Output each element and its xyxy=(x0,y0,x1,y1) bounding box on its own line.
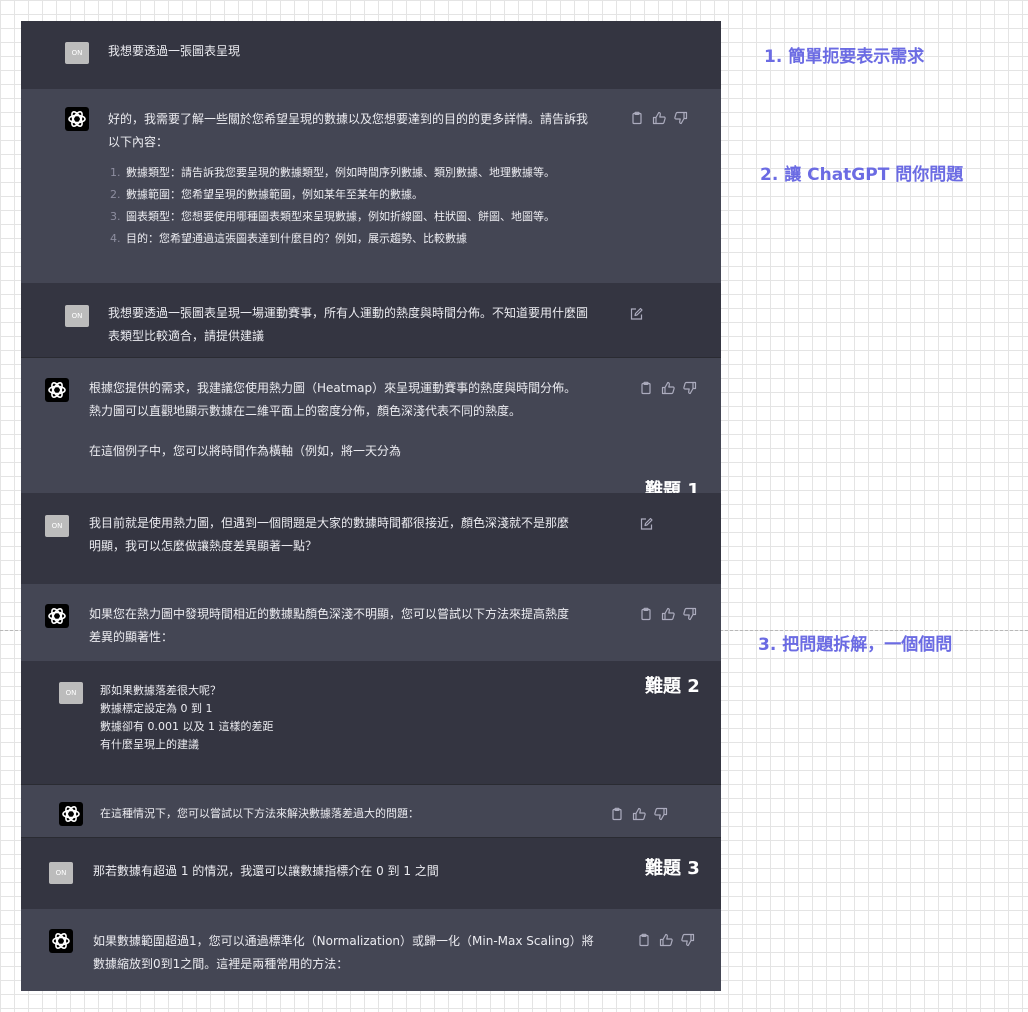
thumbs-up-icon[interactable] xyxy=(661,606,675,620)
message-text: 有什麼呈現上的建議 xyxy=(100,738,199,751)
chatgpt-logo-icon xyxy=(59,802,83,826)
message-text: 我想要透過一張圖表呈現一場運動賽事，所有人運動的熱度與時間分佈。不知道要用什麼圖 xyxy=(108,306,589,320)
message-actions xyxy=(637,932,695,946)
thumbs-up-icon[interactable] xyxy=(661,380,675,394)
message-text: 數據標定設定為 0 到 1 xyxy=(100,702,213,715)
user-message-2: ON 我想要透過一張圖表呈現一場運動賽事，所有人運動的熱度與時間分佈。不知道要用… xyxy=(21,283,721,357)
message-text: 表類型比較適合，請提供建議 xyxy=(108,329,265,343)
user-message-3: ON 我目前就是使用熱力圖，但遇到一個問題是大家的數據時間都很接近，顏色深淺就不… xyxy=(21,493,721,584)
thumbs-down-icon[interactable] xyxy=(683,380,697,394)
chatgpt-logo-icon xyxy=(45,378,69,402)
list-item: 數據類型：請告訴我您要呈現的數據類型，例如時間序列數據、類別數據、地理數據等。 xyxy=(124,162,628,184)
message-text: 那若數據有超過 1 的情況，我還可以讓數據指標介在 0 到 1 之間 xyxy=(93,864,439,878)
thumbs-up-icon[interactable] xyxy=(652,110,666,124)
message-text: 數據卻有 0.001 以及 1 這樣的差距 xyxy=(100,720,274,733)
annotation-3: 3. 把問題拆解，一個個問 xyxy=(758,635,953,655)
message-actions xyxy=(630,110,688,124)
message-body: 我目前就是使用熱力圖，但遇到一個問題是大家的數據時間都很接近，顏色深淺就不是那麼… xyxy=(89,512,629,558)
thumbs-down-icon[interactable] xyxy=(683,606,697,620)
copy-icon[interactable] xyxy=(610,806,624,820)
annotation-2: 2. 讓 ChatGPT 問你問題 xyxy=(760,165,964,185)
message-text: 以下內容： xyxy=(108,135,169,149)
copy-icon[interactable] xyxy=(637,932,651,946)
message-text: 差異的顯著性： xyxy=(89,630,174,644)
chatgpt-logo-icon xyxy=(49,929,73,953)
edit-icon[interactable] xyxy=(629,306,643,320)
message-text: 熱力圖可以直觀地顯示數據在二維平面上的密度分佈，顏色深淺代表不同的熱度。 xyxy=(89,404,522,418)
message-text: 根據您提供的需求，我建議您使用熱力圖（Heatmap）來呈現運動賽事的熱度與時間… xyxy=(89,381,577,395)
copy-icon[interactable] xyxy=(639,606,653,620)
message-text: 明顯，我可以怎麼做讓熱度差異顯著一點？ xyxy=(89,539,318,553)
message-body: 根據您提供的需求，我建議您使用熱力圖（Heatmap）來呈現運動賽事的熱度與時間… xyxy=(89,377,629,463)
list-item: 目的：您希望通過這張圖表達到什麼目的？例如，展示趨勢、比較數據 xyxy=(124,228,628,250)
message-actions xyxy=(610,806,668,820)
message-text: 我想要透過一張圖表呈現 xyxy=(108,44,241,58)
chat-window: ON 我想要透過一張圖表呈現 好的，我需要了解一些關於您希望呈現的數據以及您想要… xyxy=(21,21,721,991)
assistant-message-4: 在這種情況下，您可以嘗試以下方法來解決數據落差過大的問題： xyxy=(21,784,721,838)
user-message-5: ON 那若數據有超過 1 的情況，我還可以讓數據指標介在 0 到 1 之間 難題… xyxy=(21,837,721,910)
requirement-list: 數據類型：請告訴我您要呈現的數據類型，例如時間序列數據、類別數據、地理數據等。 … xyxy=(108,162,628,250)
message-text: 在這種情況下，您可以嘗試以下方法來解決數據落差過大的問題： xyxy=(100,807,419,820)
difficulty-label-3: 難題 3 xyxy=(645,858,700,879)
assistant-message-2: 根據您提供的需求，我建議您使用熱力圖（Heatmap）來呈現運動賽事的熱度與時間… xyxy=(21,357,721,501)
list-item: 數據範圍：您希望呈現的數據範圍，例如某年至某年的數據。 xyxy=(124,184,628,206)
message-body: 好的，我需要了解一些關於您希望呈現的數據以及您想要達到的目的的更多詳情。請告訴我… xyxy=(108,108,628,250)
assistant-message-5: 如果數據範圍超過1，您可以通過標準化（Normalization）或歸一化（Mi… xyxy=(21,909,721,991)
list-item: 圖表類型：您想要使用哪種圖表類型來呈現數據，例如折線圖、柱狀圖、餅圖、地圖等。 xyxy=(124,206,628,228)
chatgpt-logo-icon xyxy=(45,604,69,628)
message-text: 我目前就是使用熱力圖，但遇到一個問題是大家的數據時間都很接近，顏色深淺就不是那麼 xyxy=(89,516,570,530)
message-body: 那如果數據落差很大呢？ 數據標定設定為 0 到 1 數據卻有 0.001 以及 … xyxy=(100,682,600,754)
user-avatar: ON xyxy=(65,305,89,327)
chatgpt-logo-icon xyxy=(65,107,89,131)
thumbs-up-icon[interactable] xyxy=(632,806,646,820)
message-body: 我想要透過一張圖表呈現一場運動賽事，所有人運動的熱度與時間分佈。不知道要用什麼圖… xyxy=(108,302,628,348)
copy-icon[interactable] xyxy=(639,380,653,394)
copy-icon[interactable] xyxy=(630,110,644,124)
message-text: 如果您在熱力圖中發現時間相近的數據點顏色深淺不明顯，您可以嘗試以下方法來提高熱度 xyxy=(89,607,570,621)
assistant-message-3: 如果您在熱力圖中發現時間相近的數據點顏色深淺不明顯，您可以嘗試以下方法來提高熱度… xyxy=(21,584,721,661)
user-avatar: ON xyxy=(45,515,69,537)
message-body: 如果數據範圍超過1，您可以通過標準化（Normalization）或歸一化（Mi… xyxy=(93,930,633,976)
assistant-message-1: 好的，我需要了解一些關於您希望呈現的數據以及您想要達到的目的的更多詳情。請告訴我… xyxy=(21,89,721,283)
message-text: 那如果數據落差很大呢？ xyxy=(100,684,221,697)
annotation-1: 1. 簡單扼要表示需求 xyxy=(764,47,925,67)
edit-icon[interactable] xyxy=(639,516,653,530)
message-actions xyxy=(639,606,697,620)
message-text: 在這個例子中，您可以將時間作為橫軸（例如，將一天分為 xyxy=(89,444,402,458)
difficulty-label-2: 難題 2 xyxy=(645,676,700,697)
message-text: 好的，我需要了解一些關於您希望呈現的數據以及您想要達到的目的的更多詳情。請告訴我 xyxy=(108,112,589,126)
message-text: 數據縮放到0到1之間。這裡是兩種常用的方法： xyxy=(93,957,349,971)
message-body: 如果您在熱力圖中發現時間相近的數據點顏色深淺不明顯，您可以嘗試以下方法來提高熱度… xyxy=(89,603,629,649)
user-avatar: ON xyxy=(49,862,73,884)
thumbs-down-icon[interactable] xyxy=(654,806,668,820)
user-avatar: ON xyxy=(65,42,89,64)
message-actions xyxy=(639,380,697,394)
user-message-4: ON 那如果數據落差很大呢？ 數據標定設定為 0 到 1 數據卻有 0.001 … xyxy=(21,661,721,784)
thumbs-down-icon[interactable] xyxy=(681,932,695,946)
message-text: 如果數據範圍超過1，您可以通過標準化（Normalization）或歸一化（Mi… xyxy=(93,934,594,948)
thumbs-up-icon[interactable] xyxy=(659,932,673,946)
thumbs-down-icon[interactable] xyxy=(674,110,688,124)
user-message-1: ON 我想要透過一張圖表呈現 xyxy=(21,21,721,89)
user-avatar: ON xyxy=(59,682,83,704)
